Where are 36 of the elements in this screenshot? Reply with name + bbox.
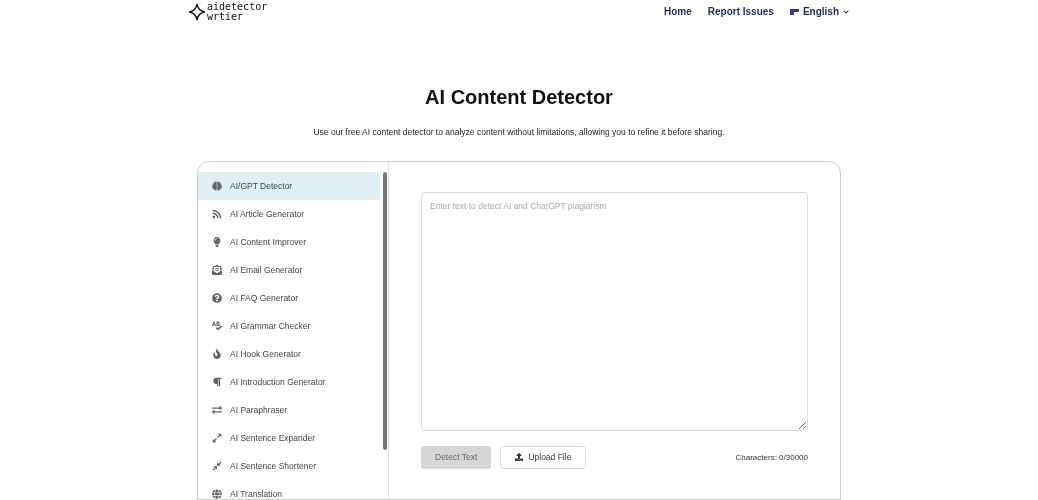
logo-text[interactable]: aidetector wrtier bbox=[207, 1, 268, 22]
nav-link[interactable]: Home bbox=[663, 6, 692, 18]
scrollbar[interactable] bbox=[383, 171, 387, 450]
swap-icon bbox=[212, 404, 222, 415]
sidebar-item[interactable]: AI Email Generator bbox=[198, 255, 380, 284]
fire-icon bbox=[212, 348, 222, 359]
sparkle-logo-icon bbox=[189, 3, 205, 20]
brain-icon bbox=[212, 180, 222, 191]
sidebar-item[interactable]: AI Grammar Checker bbox=[198, 311, 380, 340]
page-subtitle: Use our free AI content detector to analyze content without limitations, allowing you to refine it before sharing. bbox=[313, 126, 725, 137]
upload-icon bbox=[515, 453, 524, 462]
shrink-icon bbox=[212, 460, 222, 471]
grammar-icon bbox=[212, 320, 222, 331]
sidebar-item[interactable]: AI Content Improver bbox=[198, 227, 380, 256]
article-icon bbox=[212, 208, 222, 219]
sidebar-item[interactable]: AI Sentence Expander bbox=[198, 423, 380, 452]
chevron-down-icon bbox=[843, 8, 849, 15]
bulb-icon bbox=[212, 236, 222, 247]
sidebar-item[interactable]: AI Paraphraser bbox=[198, 395, 380, 424]
sidebar-item[interactable]: AI FAQ Generator bbox=[198, 283, 380, 312]
paragraph-icon bbox=[212, 376, 222, 387]
sidebar-item[interactable]: AI Hook Generator bbox=[198, 339, 380, 368]
sidebar-item[interactable]: AI Translation bbox=[198, 479, 380, 499]
upload-file-button[interactable]: Upload File bbox=[500, 445, 587, 469]
character-counter: Characters: 0/30000 bbox=[735, 452, 808, 462]
text-input-field[interactable]: Enter text to detect AI and ChatGPT plagiarism bbox=[421, 191, 808, 431]
language-selector[interactable]: English bbox=[789, 6, 849, 18]
sidebar-item[interactable]: AI Sentence Shortener bbox=[198, 451, 380, 480]
sidebar-item[interactable]: AI/GPT Detector bbox=[198, 171, 380, 200]
page-title: AI Content Detector bbox=[425, 85, 613, 109]
question-icon bbox=[212, 292, 222, 303]
expand-icon bbox=[212, 432, 222, 443]
nav-link[interactable]: Report Issues bbox=[707, 6, 774, 18]
sidebar-item[interactable]: AI Introduction Generator bbox=[198, 367, 380, 396]
sidebar-item[interactable]: AI Article Generator bbox=[198, 199, 380, 228]
email-icon bbox=[212, 264, 222, 275]
